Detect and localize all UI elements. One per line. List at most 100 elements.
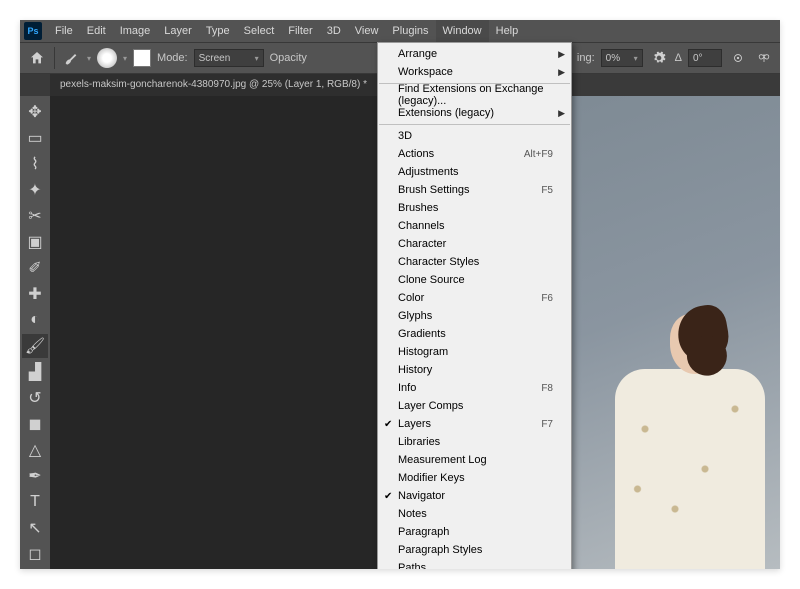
- menu-item-label: Layer Comps: [398, 400, 553, 412]
- window-menu-dropdown: Arrange ▶ Workspace▶ Find Extensions on Exc…: [377, 42, 572, 569]
- menu-help[interactable]: Help: [489, 20, 526, 42]
- brush-tool[interactable]: 🖌: [22, 334, 48, 358]
- blend-mode-select[interactable]: Screen ▾: [194, 49, 264, 67]
- menu-item-actions[interactable]: ActionsAlt+F9: [378, 145, 571, 163]
- heal-tool[interactable]: ✚: [22, 282, 48, 306]
- menu-item-layers[interactable]: ✔ LayersF7: [378, 415, 571, 433]
- menu-window[interactable]: Window: [436, 20, 489, 42]
- angle-input[interactable]: 0°: [688, 49, 722, 67]
- menu-item-label: History: [398, 364, 553, 376]
- chevron-down-icon: ▾: [255, 54, 259, 63]
- menu-item-gradients[interactable]: Gradients: [378, 325, 571, 343]
- menu-3d[interactable]: 3D: [320, 20, 348, 42]
- history-brush-tool[interactable]: ↺: [22, 386, 48, 410]
- app-logo[interactable]: Ps: [24, 22, 42, 40]
- menu-item-label: Character: [398, 238, 553, 250]
- app-window: Ps FileEditImageLayerTypeSelectFilter3DV…: [20, 20, 780, 569]
- menu-item-label: Brushes: [398, 202, 553, 214]
- menu-filter[interactable]: Filter: [281, 20, 319, 42]
- menu-item-label: 3D: [398, 130, 553, 142]
- menu-item-paths[interactable]: Paths: [378, 559, 571, 569]
- menu-layer[interactable]: Layer: [157, 20, 199, 42]
- menu-item-label: Layers: [398, 418, 541, 430]
- pressure-icon[interactable]: [728, 48, 748, 68]
- gradient-tool[interactable]: ◼: [22, 412, 48, 436]
- stamp-tool[interactable]: ▟: [22, 360, 48, 384]
- opacity-label: Opacity: [270, 52, 307, 64]
- angle-value: 0°: [693, 53, 703, 64]
- submenu-arrow-icon: ▶: [558, 49, 565, 60]
- gear-icon[interactable]: [649, 48, 669, 68]
- menu-image[interactable]: Image: [113, 20, 158, 42]
- menu-item-clone-source[interactable]: Clone Source: [378, 271, 571, 289]
- shape-tool[interactable]: ◻: [22, 542, 48, 566]
- menu-shortcut: F7: [541, 419, 553, 430]
- submenu-arrow-icon: ▶: [558, 108, 565, 119]
- menu-item-3d[interactable]: 3D: [378, 127, 571, 145]
- home-icon[interactable]: [26, 47, 48, 69]
- menu-item-navigator[interactable]: ✔Navigator: [378, 487, 571, 505]
- menu-item-label: Actions: [398, 148, 524, 160]
- menu-view[interactable]: View: [348, 20, 386, 42]
- move-tool[interactable]: ✥: [22, 100, 48, 124]
- document-tab[interactable]: pexels-maksim-goncharenok-4380970.jpg @ …: [50, 74, 377, 96]
- pen-tool[interactable]: ✒: [22, 464, 48, 488]
- menu-item-label: Brush Settings: [398, 184, 541, 196]
- menu-item-arrange[interactable]: Arrange ▶: [378, 45, 571, 63]
- brush-settings-icon[interactable]: [133, 49, 151, 67]
- brush-preset-icon[interactable]: [61, 48, 81, 68]
- menu-item-brush-settings[interactable]: Brush SettingsF5: [378, 181, 571, 199]
- menu-item-info[interactable]: InfoF8: [378, 379, 571, 397]
- menu-item-label: Channels: [398, 220, 553, 232]
- menu-plugins[interactable]: Plugins: [385, 20, 435, 42]
- menu-type[interactable]: Type: [199, 20, 237, 42]
- menu-item-label: Color: [398, 292, 541, 304]
- menu-item-brushes[interactable]: Brushes: [378, 199, 571, 217]
- frame-tool[interactable]: ▣: [22, 230, 48, 254]
- document-image: [545, 96, 780, 569]
- chevron-down-icon[interactable]: ▾: [123, 54, 127, 63]
- menu-item-workspace[interactable]: Workspace▶: [378, 63, 571, 81]
- menu-item-label: Adjustments: [398, 166, 553, 178]
- menu-item-label: Measurement Log: [398, 454, 553, 466]
- menu-item-libraries[interactable]: Libraries: [378, 433, 571, 451]
- dodge-tool[interactable]: ◐: [22, 308, 48, 332]
- menu-item-channels[interactable]: Channels: [378, 217, 571, 235]
- menu-item-character[interactable]: Character: [378, 235, 571, 253]
- lasso-tool[interactable]: ⌇: [22, 152, 48, 176]
- butterfly-icon[interactable]: [754, 48, 774, 68]
- menu-edit[interactable]: Edit: [80, 20, 113, 42]
- eyedropper-tool[interactable]: ✐: [22, 256, 48, 280]
- type-tool[interactable]: T: [22, 490, 48, 514]
- menu-item-notes[interactable]: Notes: [378, 505, 571, 523]
- menu-item-histogram[interactable]: Histogram: [378, 343, 571, 361]
- menu-item-character-styles[interactable]: Character Styles: [378, 253, 571, 271]
- chevron-down-icon[interactable]: ▾: [87, 54, 91, 63]
- marquee-tool[interactable]: ▭: [22, 126, 48, 150]
- check-icon: ✔: [384, 419, 392, 430]
- menu-item-measurement-log[interactable]: Measurement Log: [378, 451, 571, 469]
- menu-item-adjustments[interactable]: Adjustments: [378, 163, 571, 181]
- menu-item-label: Libraries: [398, 436, 553, 448]
- path-tool[interactable]: ↖: [22, 516, 48, 540]
- wand-tool[interactable]: ✦: [22, 178, 48, 202]
- menu-item-color[interactable]: ColorF6: [378, 289, 571, 307]
- menu-select[interactable]: Select: [237, 20, 282, 42]
- menu-item-glyphs[interactable]: Glyphs: [378, 307, 571, 325]
- menu-item-paragraph[interactable]: Paragraph: [378, 523, 571, 541]
- menu-item-label: Arrange: [398, 48, 553, 60]
- menu-item-extensions-legacy-[interactable]: Extensions (legacy)▶: [378, 104, 571, 122]
- menu-item-modifier-keys[interactable]: Modifier Keys: [378, 469, 571, 487]
- brush-size-preview[interactable]: [97, 48, 117, 68]
- menu-item-layer-comps[interactable]: Layer Comps: [378, 397, 571, 415]
- menu-item-history[interactable]: History: [378, 361, 571, 379]
- menu-item-label: Glyphs: [398, 310, 553, 322]
- angle-icon: Δ: [675, 52, 682, 64]
- smoothing-select[interactable]: 0% ▾: [601, 49, 643, 67]
- crop-tool[interactable]: ✂: [22, 204, 48, 228]
- menu-file[interactable]: File: [48, 20, 80, 42]
- menu-item-find-extensions-on-exchange-legacy-[interactable]: Find Extensions on Exchange (legacy)...: [378, 86, 571, 104]
- menu-item-label: Character Styles: [398, 256, 553, 268]
- blur-tool[interactable]: △: [22, 438, 48, 462]
- menu-item-paragraph-styles[interactable]: Paragraph Styles: [378, 541, 571, 559]
